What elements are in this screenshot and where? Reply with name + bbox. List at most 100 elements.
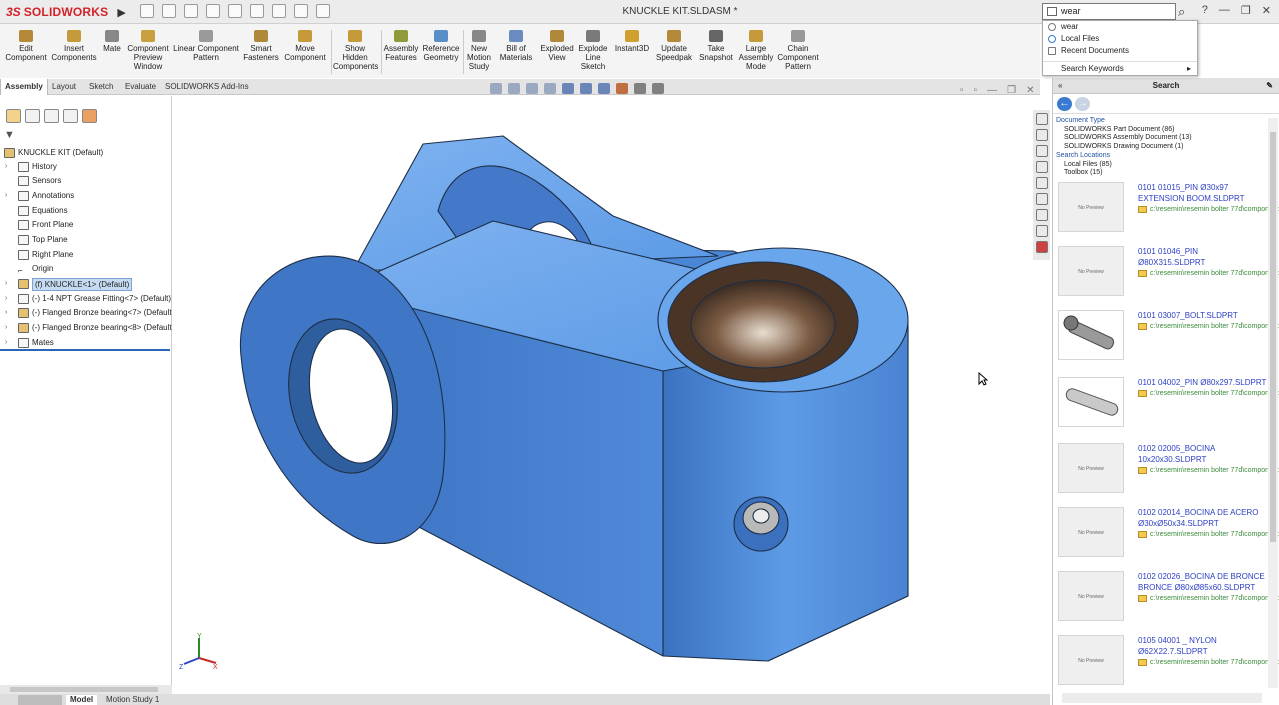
assembly-features-button[interactable]: Assembly Features <box>383 30 419 62</box>
zoom-area-icon[interactable] <box>508 83 520 94</box>
collapse-icon[interactable]: « <box>1058 78 1062 94</box>
graphics-area[interactable] <box>173 96 1050 694</box>
no-preview-thumbnail[interactable]: No Preview <box>1058 443 1124 493</box>
result-filename[interactable]: 0102 02026_BOCINA DE BRONCE BRONCE Ø80xØ… <box>1138 571 1279 593</box>
scrollbar-thumb[interactable] <box>10 687 158 692</box>
file-properties-icon[interactable] <box>294 4 308 18</box>
result-filename[interactable]: 0101 04002_PIN Ø80x297.SLDPRT <box>1138 377 1279 388</box>
open-icon[interactable] <box>162 4 176 18</box>
display-style-icon[interactable] <box>580 83 592 94</box>
doc-restore-icon[interactable]: ❐ <box>1007 85 1016 96</box>
search-scope-icon[interactable] <box>1047 7 1057 16</box>
expand-icon[interactable]: › <box>5 189 13 203</box>
doc-minimize-icon[interactable]: — <box>987 85 997 96</box>
instant3d-button[interactable]: Instant3D <box>612 30 652 53</box>
update-speedpak-button[interactable]: Update Speedpak <box>655 30 693 62</box>
explode-line-sketch-button[interactable]: Explode Line Sketch <box>578 30 608 71</box>
appearances-icon[interactable] <box>1035 193 1048 205</box>
edit-component-button[interactable]: Edit Component <box>4 30 48 62</box>
tab-layout[interactable]: Layout <box>48 79 80 95</box>
view-orientation-icon[interactable] <box>562 83 574 94</box>
section-view-icon[interactable] <box>544 83 556 94</box>
take-snapshot-button[interactable]: Take Snapshot <box>697 30 735 62</box>
expand-icon[interactable]: › <box>5 321 13 335</box>
result-filename[interactable]: 0101 03007_BOLT.SLDPRT <box>1138 310 1279 321</box>
large-assembly-mode-button[interactable]: Large Assembly Mode <box>737 30 775 71</box>
view-palette-icon[interactable] <box>1035 177 1048 189</box>
tab-assembly[interactable]: Assembly <box>0 79 48 95</box>
displaymanager-tab-icon[interactable] <box>82 109 97 123</box>
view-settings-icon[interactable] <box>652 83 664 94</box>
result-filename[interactable]: 0102 02014_BOCINA DE ACERO Ø30xØ50x34.SL… <box>1138 507 1279 529</box>
no-preview-thumbnail[interactable]: No Preview <box>1058 507 1124 557</box>
back-icon[interactable]: ← <box>1057 97 1072 111</box>
facet-item[interactable]: SOLIDWORKS Drawing Document (1) <box>1056 143 1236 152</box>
design-library-icon[interactable] <box>1035 145 1048 157</box>
recording-icon[interactable] <box>1035 241 1048 253</box>
facet-item[interactable]: Local Files (85) <box>1056 161 1236 170</box>
tab-scroll-area[interactable] <box>18 695 62 705</box>
facet-item[interactable]: SOLIDWORKS Part Document (86) <box>1056 126 1236 135</box>
no-preview-thumbnail[interactable]: No Preview <box>1058 571 1124 621</box>
featuremanager-tab-icon[interactable] <box>6 109 21 123</box>
search-input[interactable]: wear <box>1042 3 1176 20</box>
undo-icon[interactable] <box>228 4 242 18</box>
save-icon[interactable] <box>184 4 198 18</box>
expand-icon[interactable]: › <box>5 277 13 291</box>
dropdown-item-local-files[interactable]: Local Files <box>1043 33 1197 45</box>
rollback-bar[interactable] <box>0 349 170 351</box>
new-motion-study-button[interactable]: New Motion Study <box>465 30 493 71</box>
tab-model[interactable]: Model <box>66 695 98 705</box>
minimize-icon[interactable]: — <box>1219 4 1230 17</box>
result-filename[interactable]: 0102 02005_BOCINA 10x20x30.SLDPRT <box>1138 443 1279 465</box>
dropdown-item-wear[interactable]: wear <box>1043 21 1197 33</box>
tab-motion-study[interactable]: Motion Study 1 <box>102 695 163 705</box>
mate-button[interactable]: Mate <box>100 30 124 53</box>
expand-icon[interactable]: › <box>5 160 13 174</box>
knuckle-model[interactable] <box>173 96 1050 694</box>
select-icon[interactable] <box>250 4 264 18</box>
previous-view-icon[interactable] <box>526 83 538 94</box>
scrollbar-thumb[interactable] <box>1270 132 1276 542</box>
search-tab-icon[interactable] <box>1035 225 1048 237</box>
expand-icon[interactable]: › <box>5 292 13 306</box>
tab-addins[interactable]: SOLIDWORKS Add-Ins <box>161 79 253 95</box>
appearance-icon[interactable] <box>616 83 628 94</box>
dropdown-item-recent-documents[interactable]: Recent Documents <box>1043 45 1197 57</box>
results-vertical-scrollbar[interactable] <box>1268 118 1278 688</box>
bolt-thumbnail[interactable] <box>1058 310 1124 360</box>
new-icon[interactable] <box>140 4 154 18</box>
solidworks-logo[interactable]: 3S SOLIDWORKS ▶ <box>6 3 126 21</box>
search-icon[interactable]: ⌕ <box>1178 4 1185 20</box>
no-preview-thumbnail[interactable]: No Preview <box>1058 246 1124 296</box>
facet-item[interactable]: SOLIDWORKS Assembly Document (13) <box>1056 134 1236 143</box>
resources-icon[interactable] <box>1035 129 1048 141</box>
file-explorer-icon[interactable] <box>1035 161 1048 173</box>
bill-of-materials-button[interactable]: Bill of Materials <box>497 30 535 62</box>
forward-icon[interactable]: → <box>1075 97 1090 111</box>
tree-horizontal-scrollbar[interactable] <box>0 685 172 694</box>
move-component-button[interactable]: Move Component <box>282 30 328 62</box>
reference-geometry-button[interactable]: Reference Geometry <box>421 30 461 62</box>
home-icon[interactable] <box>1035 113 1048 125</box>
show-hidden-components-button[interactable]: Show Hidden Components <box>333 30 378 71</box>
no-preview-thumbnail[interactable]: No Preview <box>1058 635 1124 685</box>
linear-pattern-button[interactable]: Linear Component Pattern <box>172 30 240 62</box>
propertymanager-tab-icon[interactable] <box>25 109 40 123</box>
custom-properties-icon[interactable] <box>1035 209 1048 221</box>
rebuild-icon[interactable] <box>272 4 286 18</box>
configurationmanager-tab-icon[interactable] <box>44 109 59 123</box>
tab-sketch[interactable]: Sketch <box>85 79 117 95</box>
result-filename[interactable]: 0101 01046_PIN Ø80X315.SLDPRT <box>1138 246 1279 268</box>
expand-icon[interactable]: › <box>5 306 13 320</box>
doc-close-icon[interactable]: ✕ <box>1026 85 1034 96</box>
exploded-view-button[interactable]: Exploded View <box>538 30 576 62</box>
expand-icon[interactable]: › <box>5 336 13 350</box>
result-filename[interactable]: 0101 01015_PIN Ø30x97 EXTENSION BOOM.SLD… <box>1138 182 1279 204</box>
dropdown-item-search-keywords[interactable]: Search Keywords ▸ <box>1043 63 1197 75</box>
tile-icon[interactable]: ▫ <box>960 85 964 96</box>
pin-thumbnail[interactable] <box>1058 377 1124 427</box>
filter-icon[interactable]: ▼ <box>4 129 15 141</box>
result-filename[interactable]: 0105 04001 _ NYLON Ø62X22.7.SLDPRT <box>1138 635 1279 657</box>
insert-components-button[interactable]: Insert Components <box>50 30 98 62</box>
